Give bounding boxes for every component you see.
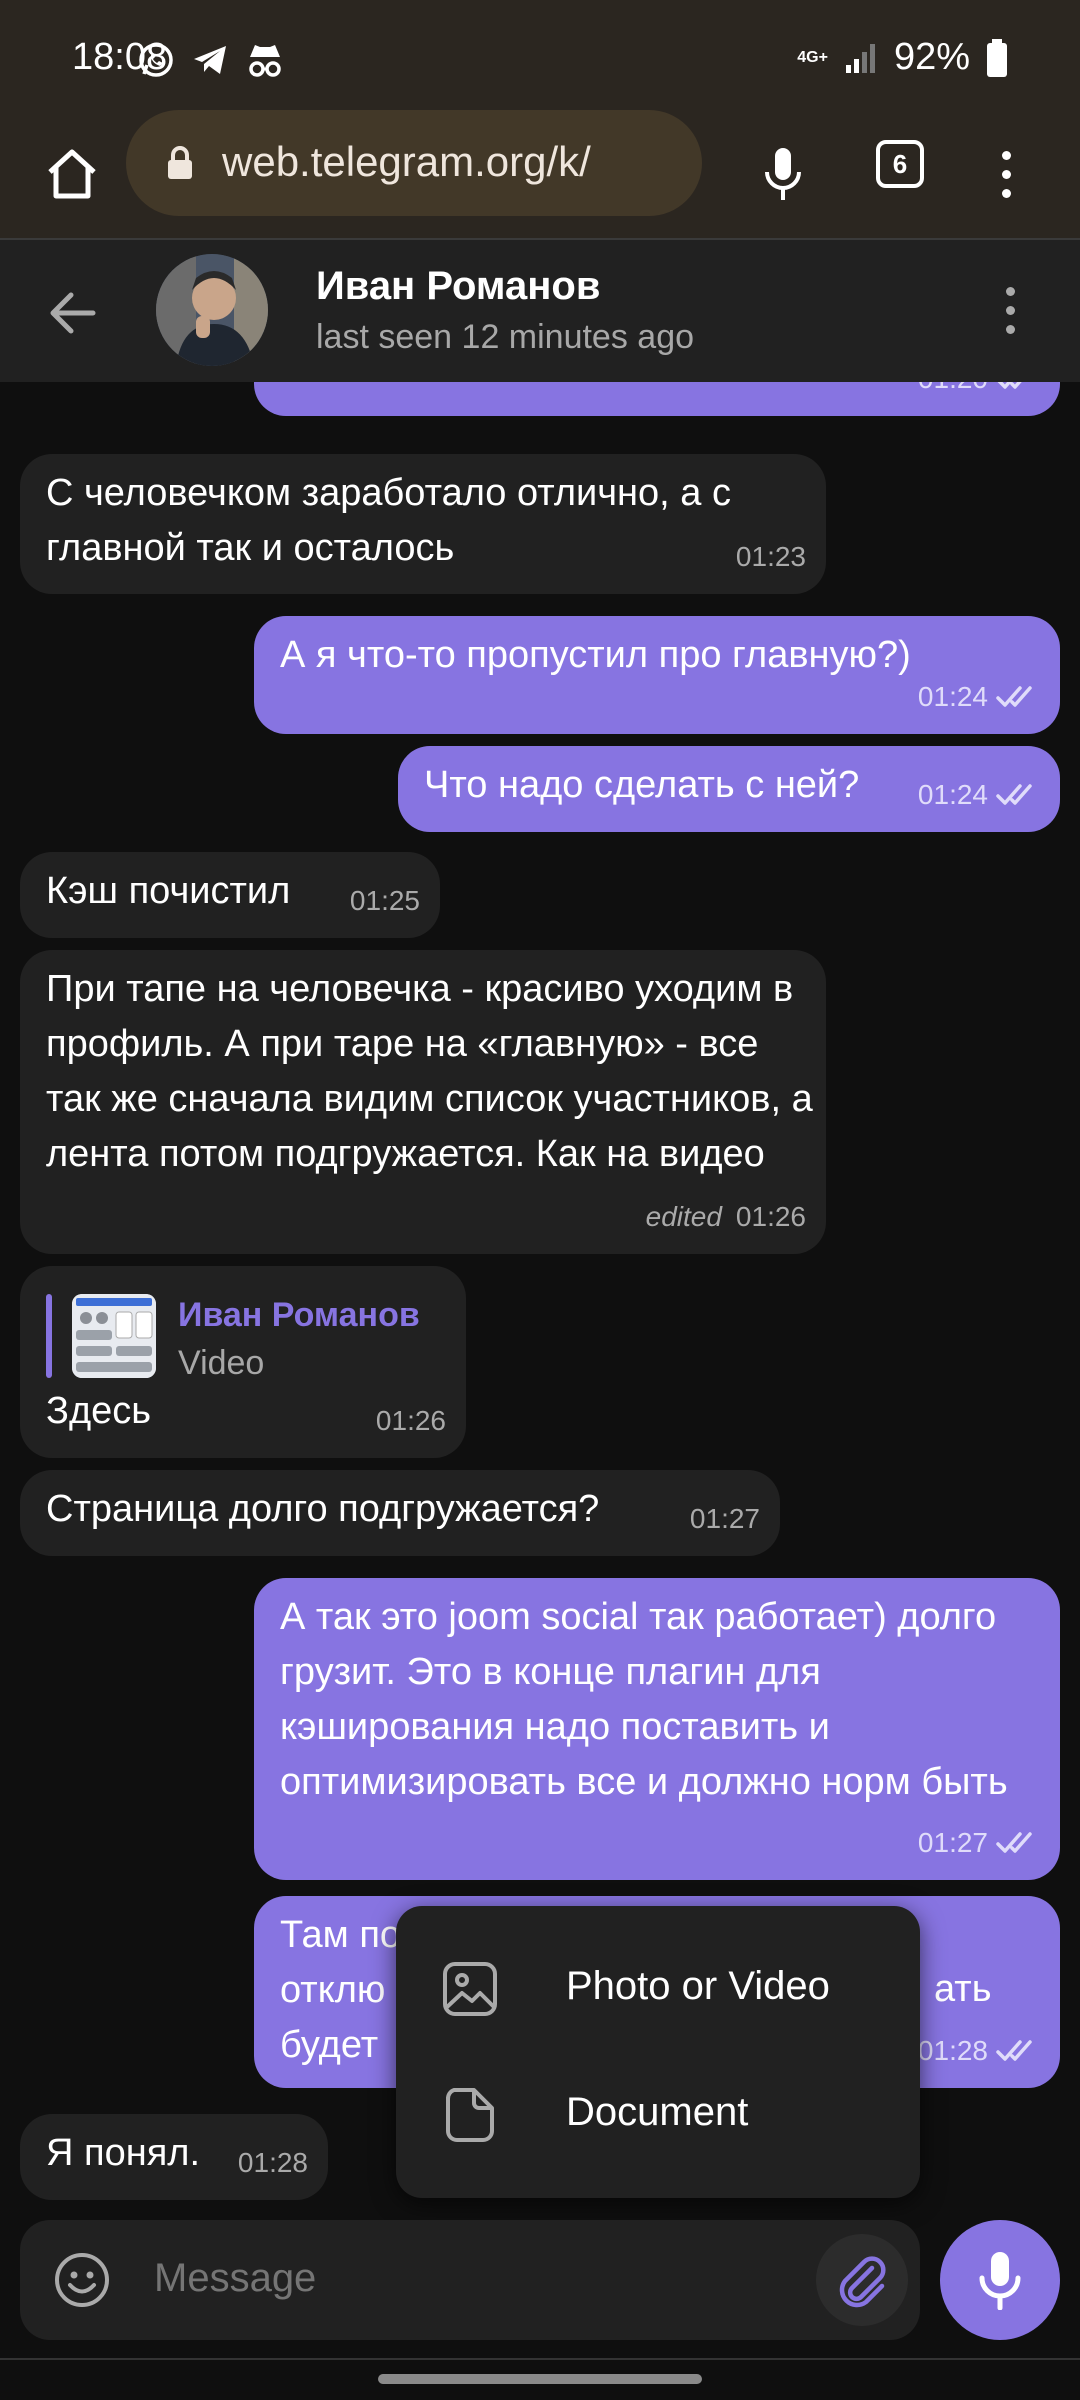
battery-percent: 92% (893, 36, 970, 78)
message-meta: 01:26 (376, 1393, 446, 1448)
message-meta: 01:27 (918, 1815, 1040, 1870)
voice-search-button[interactable] (748, 132, 818, 216)
menu-dot (1005, 286, 1015, 296)
message-meta: 01:23 (736, 529, 806, 584)
image-icon (443, 1962, 497, 2016)
message-time: 01:26 (735, 1201, 806, 1232)
message-incoming-reply[interactable]: Иван Романов Video Здесь 01:26 (20, 1266, 466, 1458)
message-meta: 01:20 (918, 382, 1040, 406)
message-text-fragment: ать (934, 1968, 992, 2010)
message-incoming[interactable]: Кэш почистил 01:25 (20, 852, 440, 938)
status-right: 4G+ 92% (797, 36, 1008, 79)
message-time: 01:26 (375, 1405, 446, 1436)
chat-menu-button[interactable] (990, 270, 1030, 350)
paperclip-icon (839, 2256, 886, 2308)
message-text: Страница долго подгружается? (46, 1488, 600, 1530)
message-meta: edited 01:26 (646, 1189, 806, 1244)
smiley-icon (55, 2253, 109, 2307)
battery-icon (987, 38, 1007, 77)
arrow-left-icon (50, 292, 96, 334)
reply-accent-bar (46, 1294, 52, 1378)
menu-dot (1001, 188, 1011, 198)
message-composer (20, 2220, 920, 2340)
double-check-icon (996, 783, 1032, 805)
whatsapp-icon (139, 43, 173, 77)
message-outgoing[interactable]: Что надо сделать с ней? 01:24 (398, 746, 1060, 832)
voice-record-button[interactable] (940, 2220, 1060, 2340)
double-check-icon (996, 685, 1032, 707)
signal-icon (845, 43, 875, 73)
message-input[interactable] (154, 2256, 774, 2301)
attach-photo-video-item[interactable]: Photo or Video (396, 1926, 920, 2052)
message-text: С человечком заработало отлично, а с гла… (46, 472, 731, 569)
attach-menu: Photo or Video Document (396, 1906, 920, 2198)
browser-menu-button[interactable] (986, 134, 1026, 214)
message-incoming[interactable]: Я понял. 01:28 (20, 2114, 328, 2200)
tab-switcher-button[interactable]: 6 (876, 140, 924, 188)
reply-sender-name: Иван Романов (178, 1296, 420, 1334)
double-check-icon (996, 1831, 1032, 1853)
emoji-button[interactable] (52, 2250, 112, 2310)
double-check-icon (998, 382, 1022, 389)
menu-dot (1005, 305, 1015, 315)
message-incoming[interactable]: Страница долго подгружается? 01:27 (20, 1470, 780, 1556)
attach-document-item[interactable]: Document (396, 2052, 920, 2178)
message-incoming[interactable]: С человечком заработало отлично, а с гла… (20, 454, 826, 594)
message-text: А так это joom social так работает) долг… (280, 1596, 1008, 1803)
browser-toolbar: web.telegram.org/k/ 6 (0, 110, 1080, 238)
attach-button[interactable] (816, 2234, 908, 2326)
menu-dot (1005, 324, 1015, 334)
message-meta: 01:28 (238, 2135, 308, 2190)
address-bar[interactable]: web.telegram.org/k/ (126, 110, 702, 216)
status-bar: 18:08 4G+ 92% (0, 0, 1080, 110)
notification-icons (136, 40, 286, 80)
incognito-icon (249, 45, 281, 77)
message-outgoing[interactable]: 01:20 (254, 382, 1060, 416)
network-type: 4G+ (797, 48, 828, 66)
contact-name[interactable]: Иван Романов (316, 264, 600, 309)
lock-icon (168, 146, 192, 179)
message-incoming[interactable]: При тапе на человечка - красиво уходим в… (20, 950, 826, 1254)
menu-dot (1001, 150, 1011, 160)
message-meta: 01:25 (350, 873, 420, 928)
message-text: Здесь (46, 1390, 152, 1432)
url-text: web.telegram.org/k/ (222, 138, 591, 185)
back-button[interactable] (40, 280, 106, 346)
message-text: При тапе на человечка - красиво уходим в… (46, 968, 813, 1175)
message-time: 01:28 (237, 2147, 308, 2178)
message-time: 01:27 (689, 1503, 760, 1534)
chat-header: Иван Романов last seen 12 minutes ago (0, 238, 1080, 382)
microphone-icon (979, 2252, 1021, 2310)
message-time: 01:24 (917, 681, 988, 712)
message-outgoing[interactable]: А так это joom social так работает) долг… (254, 1578, 1060, 1880)
system-nav-bar (0, 2358, 1080, 2400)
document-icon (446, 2088, 494, 2142)
telegram-icon (194, 46, 226, 74)
message-time: 01:23 (735, 541, 806, 572)
message-time: 01:25 (349, 885, 420, 916)
home-gesture-handle[interactable] (378, 2374, 702, 2384)
attach-document-label: Document (566, 2090, 749, 2134)
message-meta: 01:27 (690, 1491, 760, 1546)
microphone-icon (765, 148, 801, 200)
reply-media-type: Video (178, 1344, 265, 1382)
attach-photo-video-label: Photo or Video (566, 1964, 830, 2008)
message-time: 01:28 (917, 2035, 988, 2066)
message-outgoing[interactable]: А я что-то пропустил про главную?) 01:24 (254, 616, 1060, 734)
message-time: 01:20 (918, 382, 988, 406)
home-button[interactable] (30, 132, 114, 216)
double-check-icon (996, 2039, 1032, 2061)
message-time: 01:27 (917, 1827, 988, 1858)
reply-video-thumbnail[interactable] (72, 1294, 156, 1378)
message-meta: 01:24 (918, 669, 1040, 724)
message-time: 01:24 (917, 779, 988, 810)
avatar[interactable] (156, 254, 268, 366)
message-meta: 01:28 (918, 2023, 1040, 2078)
edited-label: edited (645, 1201, 722, 1232)
home-icon (48, 149, 96, 199)
contact-status: last seen 12 minutes ago (316, 318, 695, 356)
avatar-photo (156, 254, 268, 366)
message-meta: 01:24 (918, 767, 1040, 822)
menu-dot (1001, 169, 1011, 179)
